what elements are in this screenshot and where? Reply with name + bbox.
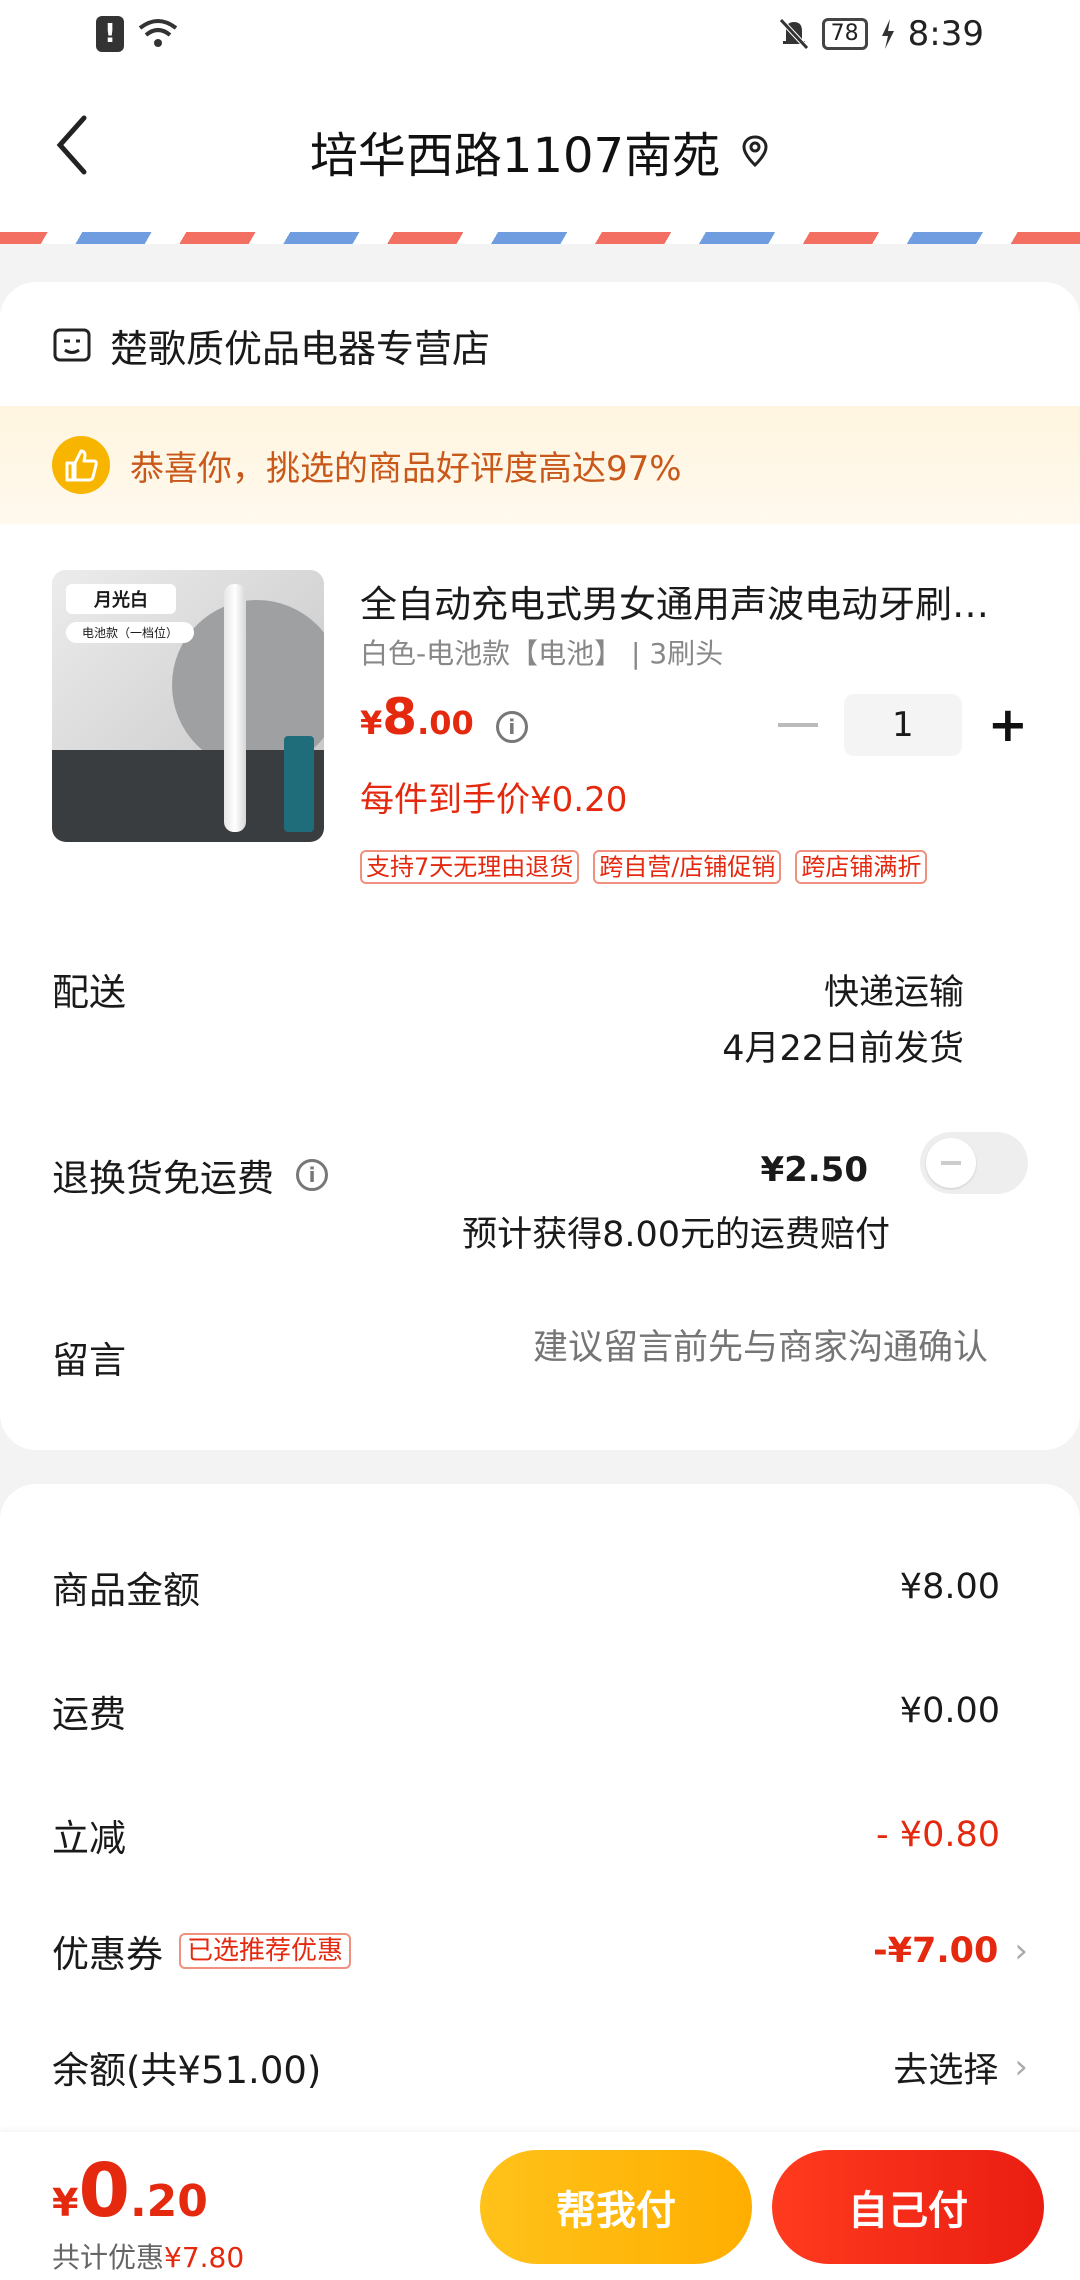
total-decimal: .20	[129, 2176, 208, 2227]
toothbrush-graphic	[224, 584, 246, 832]
battery-graphic	[284, 736, 314, 832]
tag-discount: 跨店铺满折	[795, 850, 928, 884]
reduce-row: 立减 - ¥0.80	[52, 1808, 1028, 1862]
shipping-date: 4月22日前发货	[722, 1029, 964, 1069]
coupon-right: -¥7.00 ›	[873, 1931, 1028, 1971]
help-pay-button[interactable]: 帮我付	[480, 2150, 752, 2264]
refund-price: ¥2.50	[760, 1150, 868, 1190]
total-integer: 0	[78, 2148, 130, 2234]
status-bar: ! 78 8:39	[0, 0, 1080, 72]
tag-promo: 跨自营/店铺促销	[593, 850, 782, 884]
price-symbol: ¥	[360, 704, 383, 742]
freight-row: 运费 ¥0.00	[52, 1684, 1028, 1738]
product-price: ¥ 8 .00 i	[360, 688, 528, 746]
location-pin-icon	[742, 135, 768, 168]
balance-value: 去选择	[893, 2050, 999, 2091]
product-name[interactable]: 全自动充电式男女通用声波电动牙刷…	[360, 574, 1030, 628]
quantity-input[interactable]: 1	[843, 694, 962, 756]
coupon-label: 优惠券	[52, 1933, 163, 1976]
summary-card: 商品金额 ¥8.00 运费 ¥0.00 立减 - ¥0.80 优惠券 已选推荐优…	[0, 1484, 1080, 2184]
message-label: 留言	[52, 1339, 126, 1382]
address-title-wrap[interactable]: 培华西路1107南苑	[0, 116, 1080, 186]
freight-label: 运费	[52, 1693, 126, 1736]
charging-icon	[881, 19, 894, 49]
price-decimal: .00	[417, 704, 474, 742]
coupon-row[interactable]: 优惠券 已选推荐优惠 -¥7.00 ›	[52, 1924, 1028, 1978]
goods-amount-row: 商品金额 ¥8.00	[52, 1560, 1028, 1614]
order-card: 楚歌质优品电器专营店 恭喜你，挑选的商品好评度高达97% 月光白 电池款（一档位…	[0, 282, 1080, 1450]
refund-note: 预计获得8.00元的运费赔付	[462, 1215, 890, 1255]
coupon-left: 优惠券 已选推荐优惠	[52, 1924, 352, 1978]
checkout-bar: ¥ 0 .20 共计优惠¥7.80 帮我付 自己付	[0, 2132, 1080, 2280]
reduce-value: - ¥0.80	[876, 1815, 1000, 1855]
praise-text: 恭喜你，挑选的商品好评度高达97%	[130, 448, 682, 489]
status-time: 8:39	[907, 14, 984, 54]
store-name: 楚歌质优品电器专营店	[110, 327, 491, 371]
wifi-icon	[138, 19, 178, 47]
goods-amount-value: ¥8.00	[899, 1567, 1000, 1607]
freight-value: ¥0.00	[899, 1691, 1000, 1731]
envelope-stripe	[0, 232, 1080, 244]
unit-price: 每件到手价¥0.20	[360, 780, 628, 820]
store-icon	[53, 328, 91, 361]
refund-info-icon[interactable]: i	[296, 1159, 328, 1191]
toggle-knob	[926, 1138, 976, 1188]
product-image-sublabel: 电池款（一档位）	[66, 622, 195, 643]
refund-toggle[interactable]	[920, 1132, 1028, 1194]
balance-row[interactable]: 余额(共¥51.00) 去选择 ›	[52, 2040, 1028, 2094]
product-tags: 支持7天无理由退货 跨自营/店铺促销 跨店铺满折	[360, 850, 928, 884]
self-pay-button[interactable]: 自己付	[772, 2150, 1044, 2264]
tag-return: 支持7天无理由退货	[360, 850, 580, 884]
battery-indicator: 78	[821, 18, 868, 50]
total-discount: 共计优惠¥7.80	[52, 2236, 244, 2276]
shipping-method[interactable]: 快递运输	[824, 964, 964, 1015]
price-integer: 8	[382, 688, 418, 746]
address-title: 培华西路1107南苑	[309, 128, 721, 184]
thumbs-up-icon	[52, 436, 110, 494]
mute-bell-icon	[778, 18, 809, 50]
price-info-icon[interactable]: i	[495, 711, 528, 743]
discount-label: 共计优惠	[52, 2241, 165, 2274]
decrease-button[interactable]	[777, 723, 818, 727]
balance-label: 余额(共¥51.00)	[52, 2049, 322, 2092]
message-input[interactable]	[428, 1328, 988, 1368]
coupon-tag: 已选推荐优惠	[179, 1933, 352, 1969]
alert-icon: !	[96, 16, 124, 52]
product-image-label: 月光白	[66, 584, 176, 614]
praise-banner: 恭喜你，挑选的商品好评度高达97%	[0, 406, 1080, 524]
discount-value: ¥7.80	[164, 2241, 245, 2274]
chevron-right-icon: ›	[1014, 2047, 1028, 2087]
quantity-stepper: 1 +	[777, 694, 1028, 756]
total-price: ¥ 0 .20	[52, 2148, 208, 2234]
status-left-icons: !	[96, 16, 178, 52]
header: 培华西路1107南苑	[0, 72, 1080, 232]
goods-amount-label: 商品金额	[52, 1569, 200, 1612]
product-spec[interactable]: 白色-电池款【电池】 | 3刷头	[360, 632, 723, 672]
status-right-icons: 78 8:39	[778, 14, 984, 54]
store-row[interactable]: 楚歌质优品电器专营店	[52, 318, 490, 373]
reduce-label: 立减	[52, 1817, 126, 1860]
refund-label: 退换货免运费	[52, 1157, 274, 1200]
balance-right: 去选择 ›	[893, 2042, 1028, 2093]
increase-button[interactable]: +	[988, 701, 1028, 749]
chevron-right-icon: ›	[1014, 1931, 1028, 1971]
coupon-value: -¥7.00	[873, 1931, 999, 1971]
shipping-label: 配送	[52, 971, 126, 1014]
product-image[interactable]: 月光白 电池款（一档位）	[52, 570, 324, 842]
refund-row: 退换货免运费 i	[52, 1148, 328, 1202]
total-symbol: ¥	[52, 2181, 79, 2225]
